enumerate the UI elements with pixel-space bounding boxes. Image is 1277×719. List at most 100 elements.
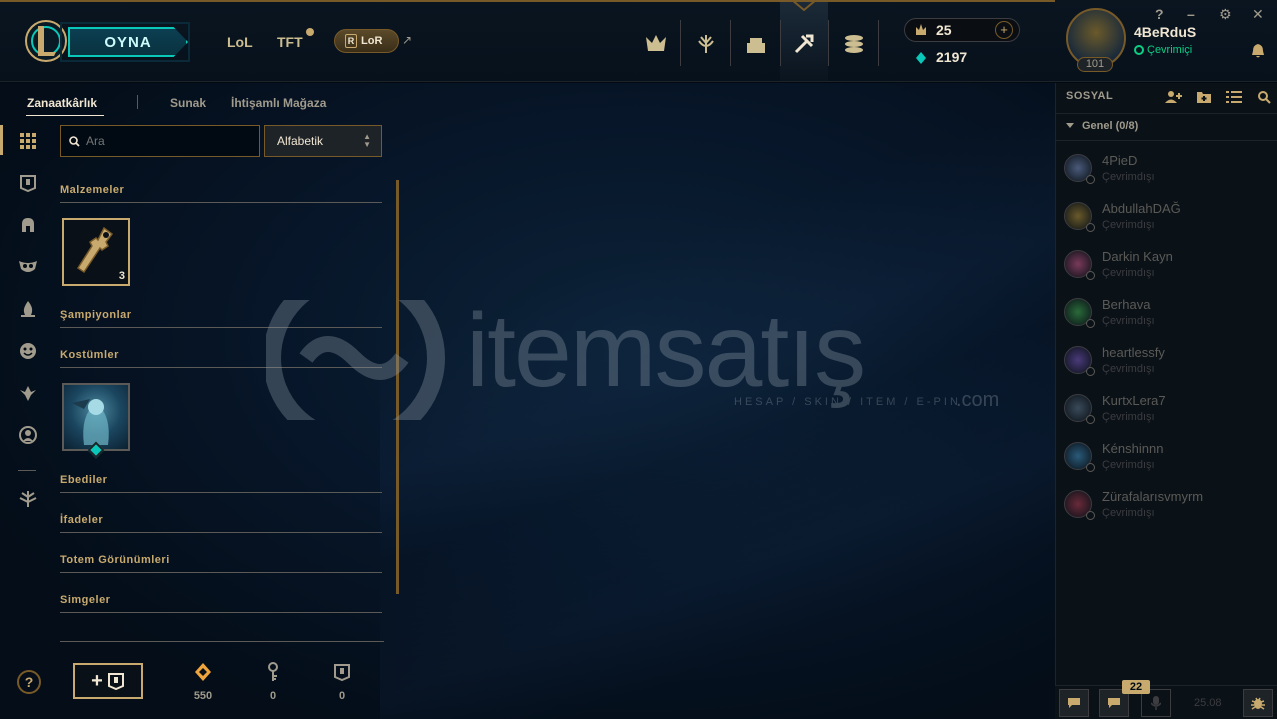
search-icon [69,135,80,147]
status-online-icon [1134,45,1144,55]
tab-altar[interactable]: Sunak [170,96,206,110]
chest-value: 0 [338,690,346,702]
profile-icon[interactable] [16,423,40,447]
social-search-icon[interactable] [1254,87,1274,107]
add-folder-icon[interactable] [1194,87,1214,107]
nav-separator [680,20,681,66]
offline-status-icon [1086,223,1095,232]
list-view-icon[interactable] [1224,87,1244,107]
hextech-chest-icon [330,660,354,684]
friend-status: Çevrimdışı [1102,267,1155,279]
offline-status-icon [1086,367,1095,376]
minimize-icon[interactable]: – [1187,6,1195,22]
friend-name: Zürafalarısvmyrm [1102,489,1204,504]
lor-button[interactable]: R LoR [334,29,399,53]
friend-list-item[interactable]: Kénshinnn Çevrimdışı [1056,437,1277,483]
chest-icon[interactable] [16,171,40,195]
category-materials: Malzemeler [60,184,382,203]
offline-status-icon [1086,271,1095,280]
tab-tft[interactable]: TFT [277,34,303,50]
nav-separator [828,20,829,66]
friend-list-item[interactable]: KurtxLera7 Çevrimdışı [1056,389,1277,435]
summoner-status[interactable]: Çevrimiçi [1147,44,1192,56]
active-tab-underline [26,115,104,116]
lor-icon: R [345,34,357,48]
nav-loot-icon[interactable] [780,22,828,66]
buy-rp-button[interactable]: + [995,21,1013,39]
friend-name: Kénshinnn [1102,441,1164,456]
summoner-name[interactable]: 4BeRduS [1134,24,1196,40]
notification-bell-icon[interactable] [1251,43,1265,59]
champion-helmet-icon[interactable] [16,213,40,237]
blue-essence-value: 2197 [936,49,968,65]
key-icon [261,660,285,684]
friend-list-item[interactable]: Darkin Kayn Çevrimdışı [1056,245,1277,291]
tab-lol[interactable]: LoL [227,34,253,50]
nav-champions-icon[interactable] [632,22,680,66]
friend-name: Darkin Kayn [1102,249,1173,264]
eternals-flame-icon[interactable] [16,297,40,321]
subnav-separator [137,95,138,109]
friend-name: Berhava [1102,297,1151,312]
chat-button[interactable] [1059,689,1089,717]
nav-collection-icon[interactable] [732,22,780,66]
rp-icon [916,24,926,35]
tft-notification-dot [306,28,314,36]
offline-status-icon [1086,415,1095,424]
help-button[interactable]: ? [17,670,41,694]
ward-totem-icon[interactable] [16,381,40,405]
add-chest-button[interactable]: + [73,663,143,699]
item-count: 3 [118,270,125,282]
watermark-domain: .com [956,389,1000,411]
friend-list-item[interactable]: Berhava Çevrimdışı [1056,293,1277,339]
watermark-text: itemsatış [466,293,866,409]
add-friend-icon[interactable] [1164,87,1184,107]
friend-status: Çevrimdışı [1102,411,1155,423]
search-box[interactable] [60,125,260,157]
sort-selected: Alfabetik [277,134,324,148]
blue-essence-icon [916,52,926,64]
skin-mask-icon[interactable] [16,255,40,279]
group-divider [1056,140,1277,141]
friend-status: Çevrimdışı [1102,507,1155,519]
category-eternals: Ebediler [60,474,382,493]
all-grid-icon[interactable] [16,129,40,153]
bug-report-button[interactable] [1243,689,1273,717]
sort-dropdown[interactable]: Alfabetik ▲ ▼ [264,125,382,157]
friend-status: Çevrimdışı [1102,171,1155,183]
rp-value: 25 [936,22,952,38]
search-input[interactable] [86,134,236,148]
tab-mythic-shop[interactable]: İhtişamlı Mağaza [231,96,326,110]
nav-store-icon[interactable] [830,22,878,66]
friend-name: heartlessfy [1102,345,1165,360]
nav-challenges-icon[interactable] [682,22,730,66]
other-loot-icon[interactable] [16,487,40,511]
external-link-icon[interactable]: ↗ [402,33,412,47]
play-label: OYNA [104,33,152,51]
close-icon[interactable]: ✕ [1252,6,1264,23]
friend-list-item[interactable]: heartlessfy Çevrimdışı [1056,341,1277,387]
friend-list-item[interactable]: Zürafalarısvmyrm Çevrimdışı [1056,485,1277,531]
help-icon[interactable]: ? [1155,6,1164,22]
friend-status: Çevrimdışı [1102,459,1155,471]
top-bar: OYNA LoL TFT R LoR ↗ 25 + 2197 101 4BeRd… [0,0,1277,82]
side-active-indicator [0,125,3,155]
tab-crafting[interactable]: Zanaatkârlık [27,96,97,110]
friend-list-item[interactable]: 4PieD Çevrimdışı [1056,149,1277,195]
friend-group-label[interactable]: Genel (0/8) [1082,120,1138,132]
settings-gear-icon[interactable]: ⚙ [1219,6,1232,23]
friend-list-item[interactable]: AbdullahDAĞ Çevrimdışı [1056,197,1277,243]
nav-separator [730,20,731,66]
social-panel: SOSYAL Genel (0/8) 4PieD Çevrimdışı Abdull… [1055,83,1277,719]
category-ward-skins: Totem Görünümleri [60,554,382,573]
hextech-key-fragment-item[interactable]: 3 [62,218,130,286]
skin-portrait-icon [72,399,109,445]
orange-essence-value: 550 [193,690,213,702]
watermark: itemsatış HESAP / SKIN / ITEM / E-PIN .c… [263,267,1026,449]
group-collapse-icon[interactable] [1066,123,1074,128]
play-button[interactable]: OYNA [60,22,190,62]
emote-face-icon[interactable] [16,339,40,363]
microphone-icon [1151,696,1161,710]
friend-name: 4PieD [1102,153,1138,168]
messages-icon [1108,698,1120,708]
